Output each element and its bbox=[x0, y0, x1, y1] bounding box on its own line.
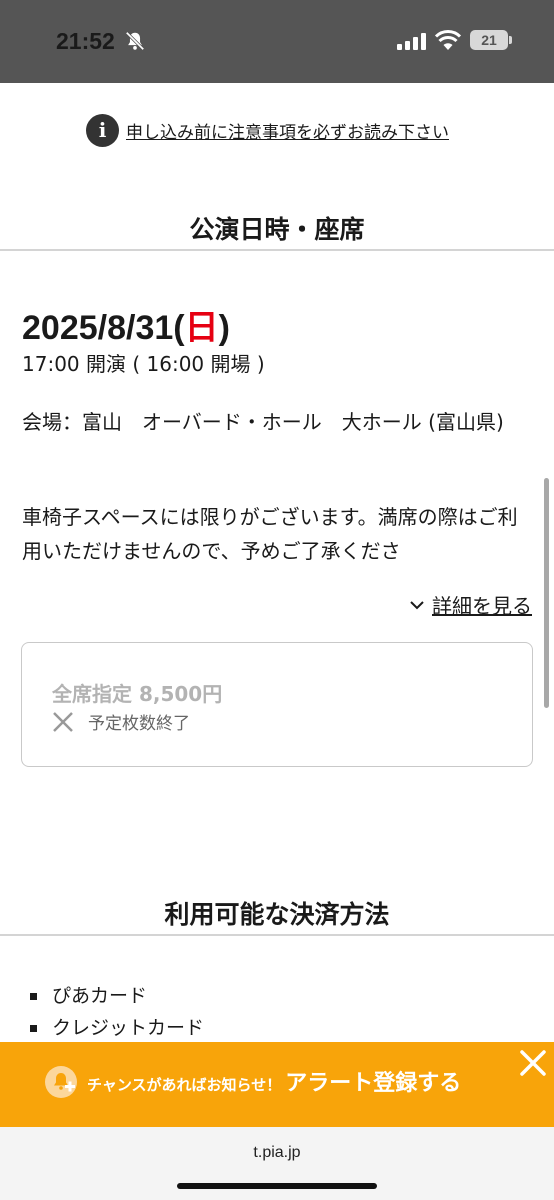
chevron-down-icon bbox=[410, 600, 424, 609]
bell-plus-icon bbox=[45, 1066, 77, 1098]
performance-date: 2025/8/31(日) bbox=[22, 309, 230, 347]
browser-url-bar[interactable] bbox=[0, 1127, 554, 1200]
performance-time: 17:00 開演 ( 16:00 開場 ) bbox=[22, 352, 265, 376]
battery-nub bbox=[509, 36, 512, 44]
cellular-signal-icon bbox=[397, 33, 426, 50]
wheelchair-note: 車椅子スペースには限りがございます。満席の際はご利用いただけませんので、予めご了… bbox=[22, 505, 518, 563]
notice-row[interactable]: i 申し込み前に注意事項を必ずお読み下さい bbox=[86, 113, 449, 147]
weekday-label: 日 bbox=[184, 309, 219, 347]
venue-text: 会場：富山 オーバード・ホール 大ホール (富山県) bbox=[22, 410, 504, 434]
payment-methods-list: ぴあカード クレジットカード bbox=[30, 980, 204, 1044]
close-x-icon bbox=[53, 711, 73, 732]
home-indicator[interactable] bbox=[177, 1183, 377, 1189]
alert-register-label: アラート登録する bbox=[285, 1071, 462, 1096]
status-time: 21:52 bbox=[56, 28, 115, 54]
payment-section-title: 利用可能な決済方法 bbox=[164, 900, 390, 929]
url-text[interactable]: t.pia.jp bbox=[0, 1144, 554, 1162]
section-divider bbox=[0, 249, 554, 251]
alert-text[interactable]: チャンスがあればお知らせ！ アラート登録する bbox=[87, 1065, 461, 1097]
ticket-name: 全席指定 8,500円 bbox=[52, 682, 223, 706]
battery-indicator: 21 bbox=[470, 30, 508, 50]
info-icon: i bbox=[86, 113, 119, 147]
list-item: クレジットカード bbox=[30, 1012, 204, 1044]
alert-small-text: チャンスがあればお知らせ！ bbox=[87, 1076, 282, 1094]
details-link[interactable]: 詳細を見る bbox=[408, 590, 532, 619]
section-divider bbox=[0, 934, 554, 936]
scrollbar[interactable] bbox=[544, 478, 549, 708]
bell-slash-icon bbox=[125, 31, 145, 51]
list-item: ぴあカード bbox=[30, 980, 204, 1012]
ticket-option: 全席指定 8,500円 予定枚数終了 bbox=[21, 642, 533, 767]
ticket-status: 予定枚数終了 bbox=[52, 709, 190, 734]
performance-section-title: 公演日時・座席 bbox=[189, 215, 365, 244]
notice-link[interactable]: 申し込み前に注意事項を必ずお読み下さい bbox=[126, 118, 449, 143]
close-icon[interactable] bbox=[516, 1046, 550, 1080]
details-label: 詳細を見る bbox=[432, 594, 532, 618]
ticket-status-label: 予定枚数終了 bbox=[88, 714, 190, 734]
wifi-icon bbox=[435, 30, 461, 50]
